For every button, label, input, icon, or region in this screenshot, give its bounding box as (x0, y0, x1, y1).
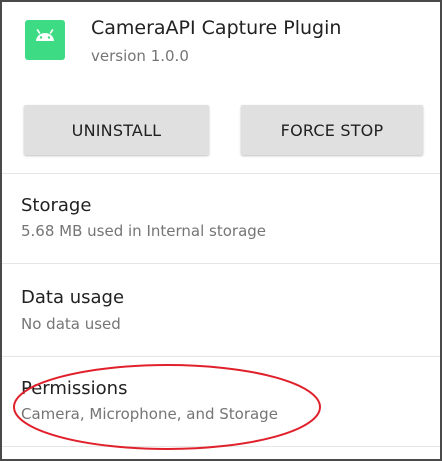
app-info-screen: CameraAPI Capture Plugin version 1.0.0 U… (0, 0, 442, 461)
data-usage-summary: No data used (21, 315, 121, 333)
force-stop-button[interactable]: FORCE STOP (241, 105, 423, 155)
android-app-icon (25, 20, 65, 60)
uninstall-button[interactable]: UNINSTALL (24, 105, 209, 155)
data-usage-title: Data usage (21, 287, 125, 308)
app-version: version 1.0.0 (91, 47, 189, 65)
storage-title: Storage (21, 195, 92, 216)
permissions-summary: Camera, Microphone, and Storage (21, 405, 278, 423)
divider (2, 173, 440, 174)
android-icon (36, 29, 54, 41)
divider (2, 263, 440, 264)
permissions-title: Permissions (21, 378, 128, 399)
divider (2, 446, 440, 447)
storage-summary: 5.68 MB used in Internal storage (21, 222, 267, 240)
app-name: CameraAPI Capture Plugin (91, 17, 342, 39)
divider (2, 356, 440, 357)
